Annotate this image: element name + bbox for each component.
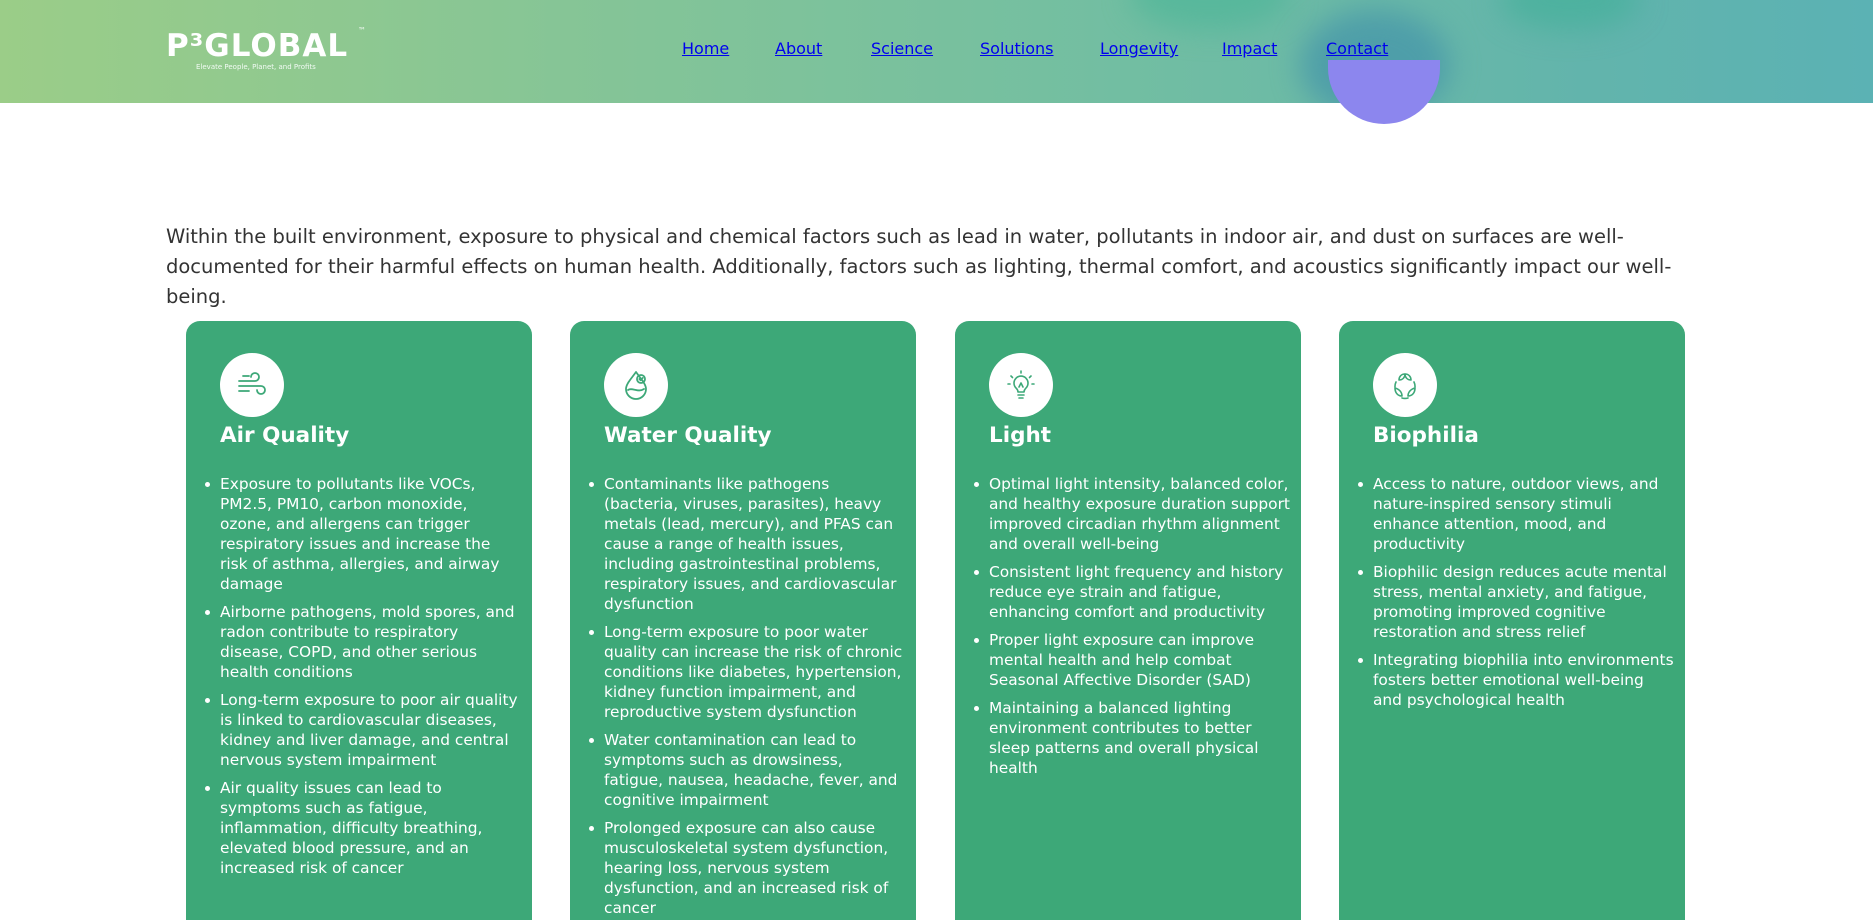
card-biophilia: Biophilia Access to nature, outdoor view…: [1339, 321, 1685, 920]
bullet-list: Exposure to pollutants like VOCs, PM2.5,…: [205, 474, 522, 886]
logo-wordmark: P³GLOBAL: [166, 28, 349, 64]
nav-longevity[interactable]: Longevity: [1100, 39, 1178, 58]
card-title: Biophilia: [1373, 423, 1479, 448]
site-logo[interactable]: P³GLOBAL ™ Elevate People, Planet, and P…: [166, 26, 376, 74]
bullet-list: Optimal light intensity, balanced color,…: [974, 474, 1291, 786]
list-item: Prolonged exposure can also cause muscul…: [589, 818, 906, 918]
list-item: Access to nature, outdoor views, and nat…: [1358, 474, 1675, 554]
nav-science[interactable]: Science: [871, 39, 933, 58]
nav-about[interactable]: About: [775, 39, 822, 58]
lightbulb-icon: [989, 353, 1053, 417]
list-item: Exposure to pollutants like VOCs, PM2.5,…: [205, 474, 522, 594]
list-item: Integrating biophilia into environments …: [1358, 651, 1674, 709]
nav-contact[interactable]: Contact: [1326, 39, 1388, 58]
list-item: Airborne pathogens, mold spores, and rad…: [205, 602, 522, 682]
header-decor-blob: [1130, 0, 1290, 30]
card-air-quality: Air Quality Exposure to pollutants like …: [186, 321, 532, 920]
site-header: P³GLOBAL ™ Elevate People, Planet, and P…: [0, 0, 1873, 103]
list-item: Air quality issues can lead to symptoms …: [205, 778, 522, 878]
water-drop-icon: [604, 353, 668, 417]
list-item: Contaminants like pathogens (bacteria, v…: [589, 474, 906, 614]
card-light: Light Optimal light intensity, balanced …: [955, 321, 1301, 920]
bullet-list: Access to nature, outdoor views, and nat…: [1358, 474, 1675, 718]
nav-solutions[interactable]: Solutions: [980, 39, 1054, 58]
list-item: Biophilic design reduces acute mental st…: [1358, 562, 1675, 642]
nav-impact[interactable]: Impact: [1222, 39, 1277, 58]
card-title: Water Quality: [604, 423, 772, 448]
decorative-circle: [1328, 60, 1440, 124]
card-water-quality: Water Quality Contaminants like pathogen…: [570, 321, 916, 920]
card-title: Air Quality: [220, 423, 350, 448]
card-title: Light: [989, 423, 1052, 448]
list-item: Proper light exposure can improve mental…: [974, 630, 1291, 690]
header-decor-blob: [1500, 0, 1640, 30]
logo-trademark: ™: [358, 26, 366, 35]
list-item: Water contamination can lead to symptoms…: [589, 730, 906, 810]
nav-home[interactable]: Home: [682, 39, 729, 58]
list-item: Long-term exposure to poor water quality…: [589, 622, 906, 722]
wind-icon: [220, 353, 284, 417]
list-item: Long-term exposure to poor air quality i…: [205, 690, 522, 770]
list-item: Optimal light intensity, balanced color,…: [974, 475, 1290, 553]
list-item: Maintaining a balanced lighting environm…: [974, 698, 1291, 778]
logo-tagline: Elevate People, Planet, and Profits: [196, 63, 316, 71]
list-item: Consistent light frequency and history r…: [974, 562, 1291, 622]
leaves-cycle-icon: [1373, 353, 1437, 417]
intro-paragraph: Within the built environment, exposure t…: [166, 225, 1672, 308]
bullet-list: Contaminants like pathogens (bacteria, v…: [589, 474, 906, 920]
